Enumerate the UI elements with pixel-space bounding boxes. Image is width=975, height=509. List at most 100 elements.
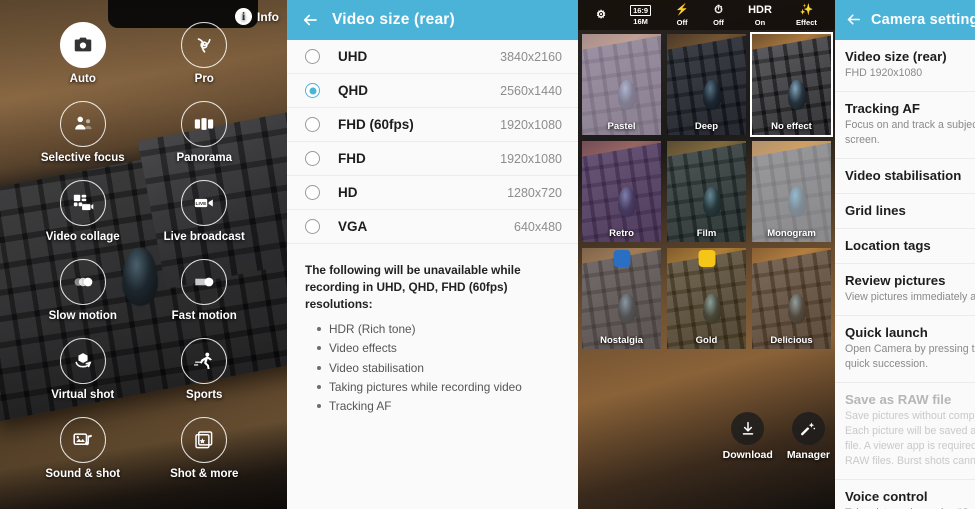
flash-off-icon: ⚡ xyxy=(675,3,689,16)
mode-item-slow-motion[interactable]: Slow motion xyxy=(22,259,144,322)
settings-row[interactable]: Video stabilisation xyxy=(835,159,975,195)
sound-and-shot-icon xyxy=(59,417,106,463)
topbar-gear-button[interactable]: ⚙ xyxy=(596,9,606,22)
mode-item-label: Slow motion xyxy=(48,310,117,322)
camera-settings-list: Camera settings Video size (rear) FHD 192… xyxy=(835,0,975,509)
mode-item-shot-more[interactable]: Shot & more xyxy=(144,417,266,480)
selective-focus-icon xyxy=(59,101,106,147)
settings-row-title: Voice control xyxy=(845,489,928,505)
live-broadcast-icon: LIVE xyxy=(181,180,228,226)
video-collage-icon xyxy=(59,180,106,226)
topbar-aspect-ratio-button[interactable]: 16:9 16M xyxy=(630,4,652,26)
option-name: FHD xyxy=(338,151,366,166)
effect-tile[interactable]: Pastel xyxy=(580,32,663,137)
video-size-option-list: UHD 3840x2160 QHD 2560x1440 FHD (60fps) 1920x… xyxy=(287,40,578,250)
radio-button[interactable] xyxy=(305,49,320,64)
settings-row: Save as RAW file Save pictures without co… xyxy=(835,383,975,481)
screenshot-stage: i Info Auto Pro Selective focus Panorama Vid… xyxy=(0,0,975,509)
mode-item-pro[interactable]: Pro xyxy=(144,22,266,85)
effect-tile[interactable]: Film xyxy=(665,139,748,244)
fast-motion-icon xyxy=(181,259,228,305)
settings-row-description: View pictures immediately after taking t… xyxy=(845,291,975,304)
topbar-timer-button[interactable]: ⏱ Off xyxy=(713,4,724,27)
settings-row-title: Quick launch xyxy=(845,325,928,341)
back-arrow-icon[interactable] xyxy=(301,11,319,29)
mode-item-sound-shot[interactable]: Sound & shot xyxy=(22,417,144,480)
settings-row[interactable]: Quick launch Open Camera by pressing the … xyxy=(835,316,975,384)
video-size-option[interactable]: QHD 2560x1440 xyxy=(287,74,578,108)
camera-effects-grid: ⚙ 16:9 16M ⚡ Off ⏱ Off HDR On ✨ Effect Pastel Deep N… xyxy=(578,0,835,509)
radio-button[interactable] xyxy=(305,219,320,234)
back-arrow-icon[interactable] xyxy=(845,11,862,29)
settings-title: Camera settings xyxy=(871,12,975,28)
settings-row[interactable]: Review pictures View pictures immediately… xyxy=(835,264,975,317)
mode-item-label: Shot & more xyxy=(170,468,239,480)
effect-tile[interactable]: Delicious xyxy=(750,246,833,351)
effect-tile[interactable]: Retro xyxy=(580,139,663,244)
video-size-option[interactable]: HD 1280x720 xyxy=(287,176,578,210)
mode-item-virtual-shot[interactable]: Virtual shot xyxy=(22,338,144,401)
aspect-ratio-icon: 16:9 xyxy=(630,4,652,16)
mode-item-live-broadcast[interactable]: LIVE Live broadcast xyxy=(144,180,266,243)
settings-row-title: Video stabilisation xyxy=(845,168,962,184)
video-size-option[interactable]: VGA 640x480 xyxy=(287,210,578,244)
bottom-button-label: Manager xyxy=(786,449,830,461)
mode-item-label: Selective focus xyxy=(40,152,125,164)
download-icon xyxy=(731,412,765,445)
option-resolution: 640x480 xyxy=(514,219,562,234)
note-item: Video stabilisation xyxy=(317,359,562,378)
settings-row-description: Open Camera by pressing the Home key twi… xyxy=(845,343,975,371)
topbar-flash-off-button[interactable]: ⚡ Off xyxy=(675,4,689,27)
topbar-sublabel: Off xyxy=(676,17,688,27)
settings-appbar: Camera settings xyxy=(835,0,975,40)
note-item: Taking pictures while recording video xyxy=(317,378,562,397)
video-size-option[interactable]: FHD 1920x1080 xyxy=(287,142,578,176)
option-name: QHD xyxy=(338,83,368,98)
topbar-hdr-button[interactable]: HDR On xyxy=(748,4,772,27)
effect-tile[interactable]: Deep xyxy=(665,32,748,137)
settings-row[interactable]: Location tags xyxy=(835,229,975,265)
mode-item-label: Pro xyxy=(194,73,214,85)
option-name: FHD (60fps) xyxy=(338,117,414,132)
mode-item-video-collage[interactable]: Video collage xyxy=(22,180,144,243)
settings-row[interactable]: Grid lines xyxy=(835,194,975,230)
video-size-option[interactable]: FHD (60fps) 1920x1080 xyxy=(287,108,578,142)
settings-row[interactable]: Video size (rear) FHD 1920x1080 xyxy=(835,40,975,93)
aperture-icon xyxy=(181,22,228,68)
panorama-icon xyxy=(181,101,228,147)
radio-button[interactable] xyxy=(305,185,320,200)
effect-tile[interactable]: Gold xyxy=(665,246,748,351)
mode-item-label: Fast motion xyxy=(171,310,237,322)
settings-row-title: Video size (rear) xyxy=(845,49,947,64)
option-name: UHD xyxy=(338,49,368,64)
mode-item-panorama[interactable]: Panorama xyxy=(144,101,266,164)
topbar-effect-button[interactable]: ✨ Effect xyxy=(796,4,817,27)
radio-button[interactable] xyxy=(305,151,320,166)
settings-row-description: FHD 1920x1080 xyxy=(845,67,923,79)
option-resolution: 2560x1440 xyxy=(500,83,562,98)
mode-item-label: Panorama xyxy=(176,152,233,164)
note-item-list: HDR (Rich tone) Video effects Video stabil… xyxy=(317,320,562,416)
virtual-shot-icon xyxy=(59,338,106,384)
mode-item-fast-motion[interactable]: Fast motion xyxy=(144,259,266,322)
effect-tile[interactable]: No effect xyxy=(750,32,833,137)
mode-item-sports[interactable]: Sports xyxy=(144,338,266,401)
info-button[interactable]: i Info xyxy=(235,8,279,25)
manager-icon xyxy=(791,412,825,445)
effect-tint-overlay xyxy=(752,248,831,349)
topbar-sublabel: Effect xyxy=(796,17,817,27)
mode-item-selective-focus[interactable]: Selective focus xyxy=(22,101,144,164)
video-size-option[interactable]: UHD 3840x2160 xyxy=(287,40,578,74)
settings-row[interactable]: Voice controlTake pictures by saying "Sm… xyxy=(835,480,975,509)
note-item: Video effects xyxy=(317,339,562,358)
effect-tile[interactable]: Monogram xyxy=(750,139,833,244)
effect-tile[interactable]: Nostalgia xyxy=(580,246,663,351)
effects-bottom-buttons: Download Manager xyxy=(723,412,830,461)
download-button[interactable]: Download xyxy=(723,412,773,461)
radio-button[interactable] xyxy=(305,83,320,98)
radio-button[interactable] xyxy=(305,117,320,132)
mode-item-auto[interactable]: Auto xyxy=(22,22,144,85)
manager-button[interactable]: Manager xyxy=(787,412,830,461)
mode-grid: Auto Pro Selective focus Panorama Video coll… xyxy=(0,22,287,480)
settings-row[interactable]: Tracking AF Focus on and track a subject … xyxy=(835,92,975,160)
